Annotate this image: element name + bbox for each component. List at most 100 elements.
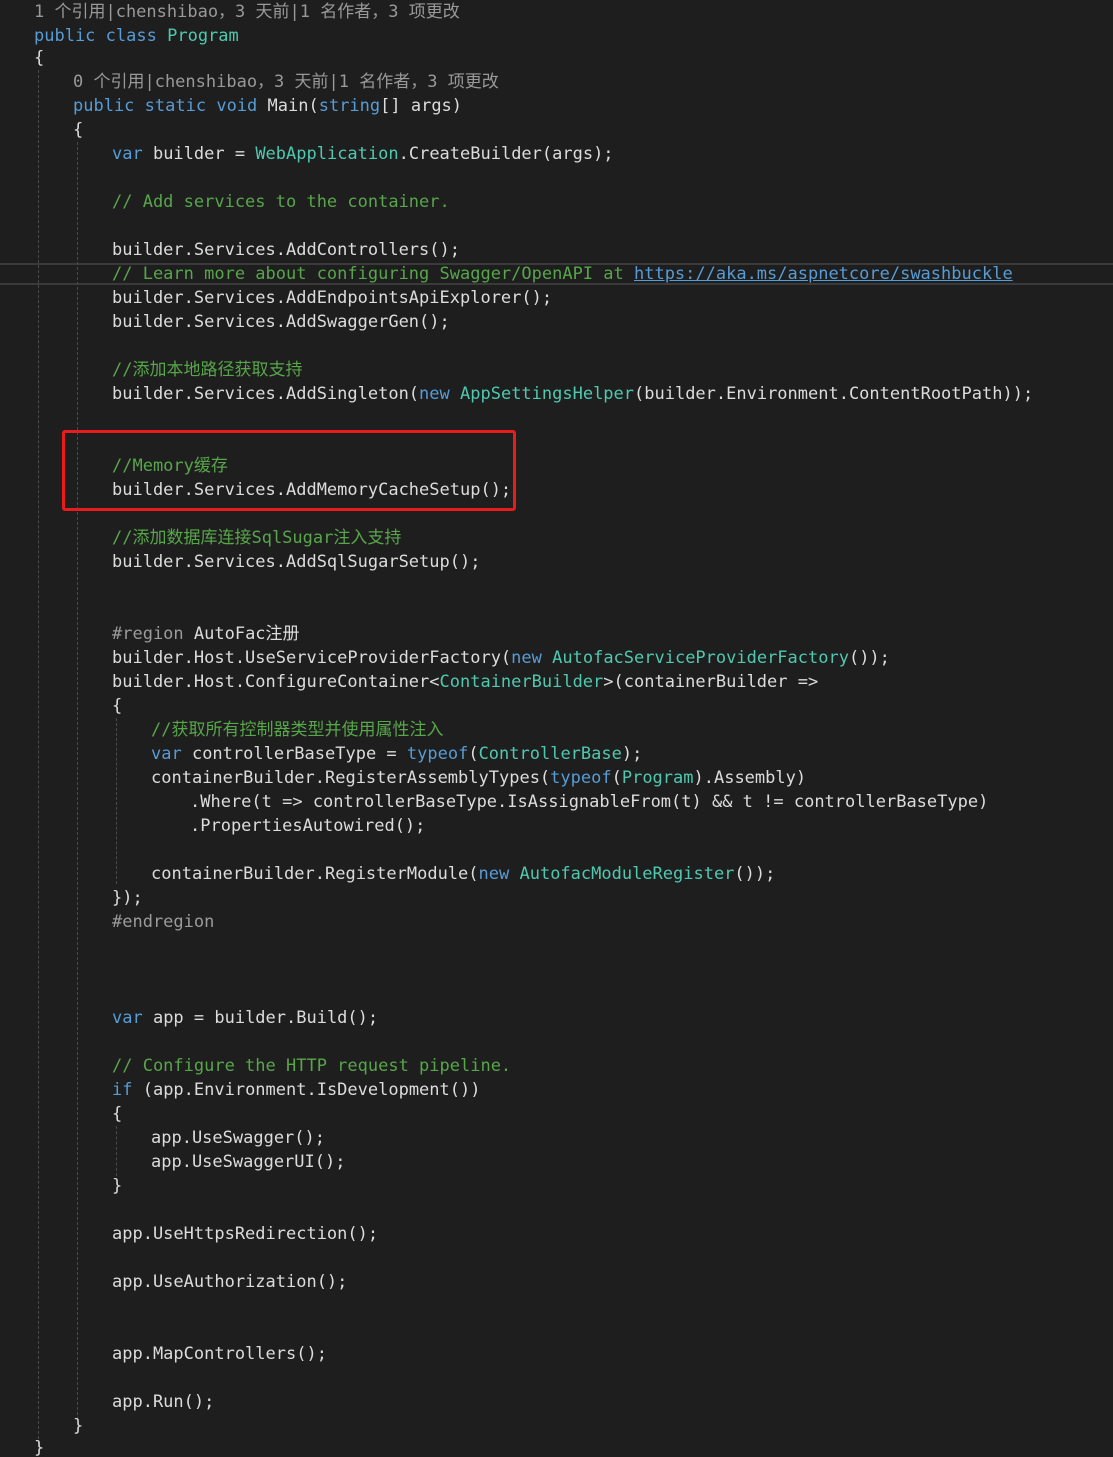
- code-line[interactable]: {: [112, 694, 122, 718]
- code-token: typeof: [550, 768, 612, 788]
- code-token: app = builder.Build();: [142, 1008, 379, 1028]
- code-token: builder.Host.ConfigureContainer<: [112, 672, 440, 692]
- code-line[interactable]: builder.Services.AddControllers();: [112, 238, 460, 262]
- code-line[interactable]: app.UseHttpsRedirection();: [112, 1222, 378, 1246]
- code-token: (: [611, 768, 622, 788]
- code-line[interactable]: if (app.Environment.IsDevelopment()): [112, 1078, 480, 1102]
- code-token: var: [112, 144, 143, 164]
- code-line[interactable]: //添加本地路径获取支持: [112, 358, 302, 382]
- code-line[interactable]: .Where(t => controllerBaseType.IsAssigna…: [190, 790, 988, 814]
- code-token: containerBuilder.RegisterAssemblyTypes(: [151, 768, 551, 788]
- code-line[interactable]: }: [34, 1436, 44, 1457]
- code-token: void: [216, 96, 258, 116]
- code-line[interactable]: }: [112, 1174, 122, 1198]
- code-line[interactable]: builder.Host.UseServiceProviderFactory(n…: [112, 646, 890, 670]
- code-token: {: [112, 1104, 123, 1124]
- code-token: ControllerBase: [478, 744, 622, 764]
- code-line[interactable]: }: [73, 1414, 83, 1438]
- code-line[interactable]: containerBuilder.RegisterModule(new Auto…: [151, 862, 775, 886]
- code-token: containerBuilder.RegisterModule(: [151, 864, 479, 884]
- code-token: .CreateBuilder(args);: [398, 144, 614, 164]
- code-token: });: [112, 888, 143, 908]
- code-token: ());: [848, 648, 890, 668]
- code-token: #region: [112, 624, 184, 644]
- code-line[interactable]: // Add services to the container.: [112, 190, 450, 214]
- code-token: // Configure the HTTP request pipeline.: [112, 1056, 512, 1076]
- code-token: builder.Host.UseServiceProviderFactory(: [112, 648, 512, 668]
- code-token: Program: [167, 26, 239, 46]
- code-line[interactable]: builder.Services.AddSwaggerGen();: [112, 310, 450, 334]
- code-token: {: [34, 48, 45, 68]
- code-line[interactable]: app.UseSwagger();: [151, 1126, 325, 1150]
- code-line[interactable]: {: [34, 46, 44, 70]
- code-token: builder.Services.AddEndpointsApiExplorer…: [112, 288, 553, 308]
- code-token: public: [34, 26, 96, 46]
- code-token: app.UseAuthorization();: [112, 1272, 348, 1292]
- code-token: new: [478, 864, 510, 884]
- code-token: builder.Services.AddControllers();: [112, 240, 460, 260]
- code-token: AutofacServiceProviderFactory: [552, 648, 849, 668]
- code-line[interactable]: app.UseSwaggerUI();: [151, 1150, 345, 1174]
- code-token: string: [318, 96, 381, 116]
- code-token: class: [105, 26, 157, 46]
- code-token: >(containerBuilder =>: [603, 672, 819, 692]
- code-line[interactable]: {: [73, 118, 83, 142]
- code-line[interactable]: #region AutoFac注册: [112, 622, 300, 646]
- code-token: new: [419, 384, 450, 404]
- code-line[interactable]: builder.Services.AddSqlSugarSetup();: [112, 550, 480, 574]
- code-line[interactable]: var app = builder.Build();: [112, 1006, 378, 1030]
- code-line[interactable]: {: [112, 1102, 122, 1126]
- code-token: public: [73, 96, 135, 116]
- code-line[interactable]: app.MapControllers();: [112, 1342, 327, 1366]
- code-token: Main(: [257, 96, 319, 116]
- code-token: ContainerBuilder: [439, 672, 604, 692]
- code-token: builder.Services.AddSqlSugarSetup();: [112, 552, 481, 572]
- code-token: {: [73, 120, 84, 140]
- code-line[interactable]: containerBuilder.RegisterAssemblyTypes(t…: [151, 766, 806, 790]
- code-line[interactable]: var builder = WebApplication.CreateBuild…: [112, 142, 614, 166]
- codelens-class[interactable]: 1 个引用|chenshibao，3 天前|1 名作者，3 项更改: [34, 0, 460, 24]
- code-line[interactable]: app.UseAuthorization();: [112, 1270, 347, 1294]
- url-link[interactable]: https://aka.ms/aspnetcore/swashbuckle: [634, 264, 1013, 284]
- code-line[interactable]: builder.Host.ConfigureContainer<Containe…: [112, 670, 818, 694]
- code-token: new: [511, 648, 542, 668]
- codelens-main[interactable]: 0 个引用|chenshibao，3 天前|1 名作者，3 项更改: [73, 70, 499, 94]
- code-line[interactable]: //获取所有控制器类型并使用属性注入: [151, 718, 443, 742]
- code-token: //添加本地路径获取支持: [112, 360, 303, 380]
- code-line[interactable]: var controllerBaseType = typeof(Controll…: [151, 742, 642, 766]
- code-token: WebApplication: [255, 144, 399, 164]
- code-token: }: [34, 1438, 45, 1457]
- code-token: .Where(t => controllerBaseType.IsAssigna…: [190, 792, 989, 812]
- code-line[interactable]: builder.Services.AddSingleton(new AppSet…: [112, 382, 1033, 406]
- code-line[interactable]: });: [112, 886, 143, 910]
- code-token: (app.Environment.IsDevelopment()): [132, 1080, 481, 1100]
- code-line[interactable]: // Configure the HTTP request pipeline.: [112, 1054, 511, 1078]
- code-token: controllerBaseType =: [181, 744, 407, 764]
- code-token: #endregion: [112, 912, 215, 932]
- code-token: ());: [734, 864, 776, 884]
- code-token: //获取所有控制器类型并使用属性注入: [151, 720, 444, 740]
- code-line[interactable]: // Learn more about configuring Swagger/…: [112, 262, 1013, 286]
- code-token: builder =: [142, 144, 256, 164]
- code-token: .PropertiesAutowired();: [190, 816, 426, 836]
- code-editor[interactable]: 1 个引用|chenshibao，3 天前|1 名作者，3 项更改 0 个引用|…: [0, 0, 1113, 1457]
- code-token: builder.Services.AddSingleton(: [112, 384, 420, 404]
- code-line[interactable]: builder.Services.AddEndpointsApiExplorer…: [112, 286, 552, 310]
- code-token: AutoFac注册: [183, 624, 300, 644]
- indent-guide: [77, 142, 78, 1420]
- code-token: var: [112, 1008, 143, 1028]
- code-token: var: [151, 744, 182, 764]
- code-line[interactable]: public class Program: [34, 24, 239, 48]
- code-line[interactable]: #endregion: [112, 910, 214, 934]
- code-line[interactable]: .PropertiesAutowired();: [190, 814, 425, 838]
- code-token: AppSettingsHelper: [460, 384, 635, 404]
- code-line[interactable]: //添加数据库连接SqlSugar注入支持: [112, 526, 401, 550]
- code-line[interactable]: app.Run();: [112, 1390, 214, 1414]
- code-line[interactable]: public static void Main(string[] args): [73, 94, 462, 118]
- code-token: }: [112, 1176, 123, 1196]
